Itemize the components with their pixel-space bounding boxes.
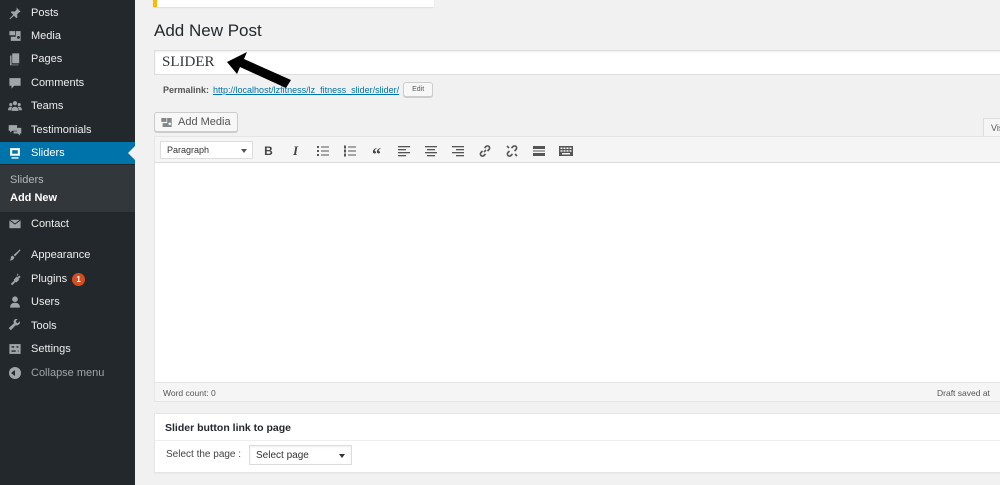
collapse-label: Collapse menu [31,367,105,379]
paintbrush-icon [7,247,23,263]
media-icon [7,28,23,44]
permalink-edit-button[interactable]: Edit [403,82,434,97]
editor-statusbar: Word count: 0 Draft saved at [155,382,1000,401]
menu-label: Tools [31,320,57,332]
menu-media[interactable]: Media [0,25,135,47]
align-left-icon[interactable] [395,142,412,159]
menu-posts[interactable]: Posts [0,2,135,24]
menu-appearance[interactable]: Appearance [0,244,135,266]
submenu-add-new[interactable]: Add New [10,192,57,204]
menu-label: Appearance [31,249,91,261]
unlink-icon[interactable] [503,142,520,159]
menu-label: Settings [31,343,71,355]
draft-saved-status: Draft saved at [937,388,990,398]
menu-label: Pages [31,53,63,65]
admin-notice [153,0,434,7]
menu-label: Plugins [31,273,68,285]
editor-toolbar: Paragraph B I “ [155,137,1000,163]
align-center-icon[interactable] [422,142,439,159]
bold-icon[interactable]: B [260,142,277,159]
post-editor: Paragraph B I “ Word count: 0 Draft save… [154,136,1000,402]
menu-contact[interactable]: Contact [0,213,135,235]
editor-content-area[interactable] [155,163,1000,384]
plugin-icon [7,271,23,287]
tab-visual[interactable]: Visual [983,118,1000,136]
collapse-menu-button[interactable]: Collapse menu [0,362,135,384]
align-right-icon[interactable] [449,142,466,159]
wrench-icon [7,318,23,334]
user-icon [7,294,23,310]
numbered-list-icon[interactable] [341,142,358,159]
format-select[interactable]: Paragraph [160,141,253,159]
italic-icon[interactable]: I [287,142,304,159]
testimonial-icon [7,122,23,138]
menu-teams[interactable]: Teams [0,95,135,117]
sliders-submenu: Sliders Add New [0,165,135,212]
groups-icon [7,98,23,114]
comment-icon [7,75,23,91]
chevron-down-icon [241,149,247,153]
email-icon [7,216,23,232]
page-select-value: Select page [256,450,309,461]
plugin-update-badge: 1 [72,272,86,286]
pages-icon [7,51,23,67]
menu-users[interactable]: Users [0,291,135,313]
menu-label: Sliders [31,147,65,159]
chevron-down-icon [339,454,345,458]
settings-icon [7,341,23,357]
menu-settings[interactable]: Settings [0,338,135,360]
menu-sliders[interactable]: Sliders [0,142,135,164]
menu-label: Testimonials [31,124,92,136]
menu-label: Users [31,296,60,308]
menu-testimonials[interactable]: Testimonials [0,119,135,141]
bulleted-list-icon[interactable] [314,142,331,159]
submenu-sliders[interactable]: Sliders [10,174,44,186]
permalink-label: Permalink: [163,84,210,95]
page-title: Add New Post [154,21,262,40]
metabox-title: Slider button link to page [165,422,291,434]
menu-label: Teams [31,100,64,112]
media-icon [161,117,172,127]
menu-tools[interactable]: Tools [0,315,135,337]
word-count: Word count: 0 [163,388,216,398]
pushpin-icon [7,5,23,21]
menu-label: Media [31,30,61,42]
menu-label: Posts [31,7,59,19]
admin-sidebar: Posts Media Pages Comments Teams Testimo… [0,0,135,485]
menu-label: Contact [31,218,69,230]
page-select[interactable]: Select page [249,445,352,465]
link-icon[interactable] [476,142,493,159]
add-media-label: Add Media [178,116,231,128]
blockquote-icon[interactable]: “ [368,142,385,163]
menu-plugins[interactable]: Plugins 1 [0,268,135,290]
menu-comments[interactable]: Comments [0,72,135,94]
select-page-label: Select the page : [166,449,242,460]
divider [155,440,1000,441]
collapse-icon [7,365,23,381]
read-more-icon[interactable] [530,142,547,159]
slider-link-metabox: Slider button link to page Select the pa… [154,413,1000,473]
menu-label: Comments [31,77,85,89]
annotation-arrow-icon [227,52,291,88]
format-select-value: Paragraph [167,145,210,155]
add-media-button[interactable]: Add Media [154,112,238,132]
toolbar-toggle-icon[interactable] [557,142,574,159]
menu-pages[interactable]: Pages [0,48,135,70]
permalink-row: Permalink: http://localhost/lzfitness/lz… [163,82,434,97]
slides-icon [7,145,23,161]
